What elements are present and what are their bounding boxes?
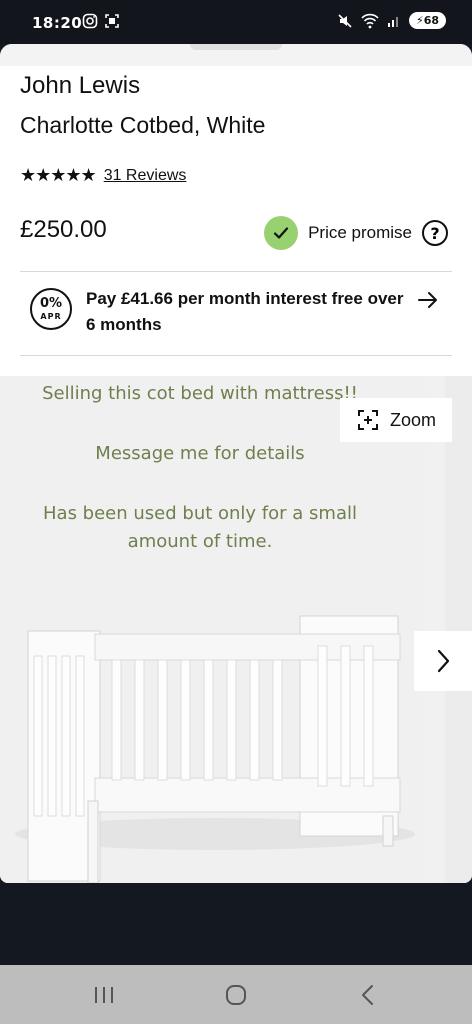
divider (20, 355, 452, 356)
battery-level: 68 (423, 14, 439, 27)
instagram-icon (82, 13, 98, 29)
recent-apps-icon (95, 987, 113, 1003)
finance-text: Pay £41.66 per month interest free over … (86, 289, 404, 334)
price-promise[interactable]: Price promise ? (264, 216, 448, 250)
home-icon (226, 985, 246, 1005)
product-image[interactable]: Selling this cot bed with mattress!! Mes… (0, 376, 425, 883)
product-price: £250.00 (20, 216, 107, 243)
status-icons-right: ⚡68 (337, 12, 446, 29)
battery-icon: ⚡68 (408, 12, 446, 29)
brand-name: John Lewis (20, 72, 141, 99)
star-rating: ★★★★★ (20, 165, 97, 186)
divider (20, 271, 452, 272)
help-icon[interactable]: ? (422, 220, 448, 246)
check-icon (264, 216, 299, 250)
status-icons-left (82, 13, 120, 29)
product-card: John Lewis Charlotte Cotbed, White ★★★★★… (0, 44, 472, 883)
overlay-message-1: Selling this cot bed with mattress!! (42, 383, 358, 404)
zoom-icon (357, 410, 378, 430)
chevron-right-icon (437, 649, 450, 673)
overlay-message-2: Message me for details (95, 443, 305, 464)
android-nav-bar (0, 965, 472, 1024)
product-title: Charlotte Cotbed, White (20, 112, 266, 138)
mute-icon (338, 13, 352, 28)
sheet-handle[interactable] (190, 44, 282, 50)
zoom-label: Zoom (389, 409, 436, 430)
recent-apps-button[interactable] (84, 979, 124, 1011)
next-image-peek (445, 376, 472, 883)
apr-badge-value: 0% (39, 296, 63, 311)
background (0, 883, 472, 965)
arrow-right-icon (416, 288, 440, 318)
apr-badge: 0% APR (30, 288, 72, 330)
overlay-message-3: Has been used but only for a small amoun… (43, 503, 357, 552)
back-icon (362, 985, 373, 1005)
next-image-button[interactable] (414, 631, 472, 691)
apr-badge-label: APR (40, 312, 62, 321)
back-button[interactable] (348, 979, 388, 1011)
reviews-link[interactable]: 31 Reviews (104, 167, 187, 185)
price-promise-label: Price promise (308, 223, 412, 242)
product-gallery[interactable]: Selling this cot bed with mattress!! Mes… (0, 376, 472, 883)
finance-option[interactable]: 0% APR Pay £41.66 per month interest fre… (20, 282, 452, 354)
screenshot-icon (105, 14, 119, 28)
signal-icon (387, 16, 398, 27)
rating-row: ★★★★★ 31 Reviews (20, 165, 186, 186)
home-button[interactable] (216, 979, 256, 1011)
zoom-button[interactable]: Zoom (340, 398, 452, 442)
status-bar: 18:20 ⚡68 (0, 0, 472, 44)
wifi-icon (361, 13, 379, 28)
status-time: 18:20 (32, 14, 83, 32)
